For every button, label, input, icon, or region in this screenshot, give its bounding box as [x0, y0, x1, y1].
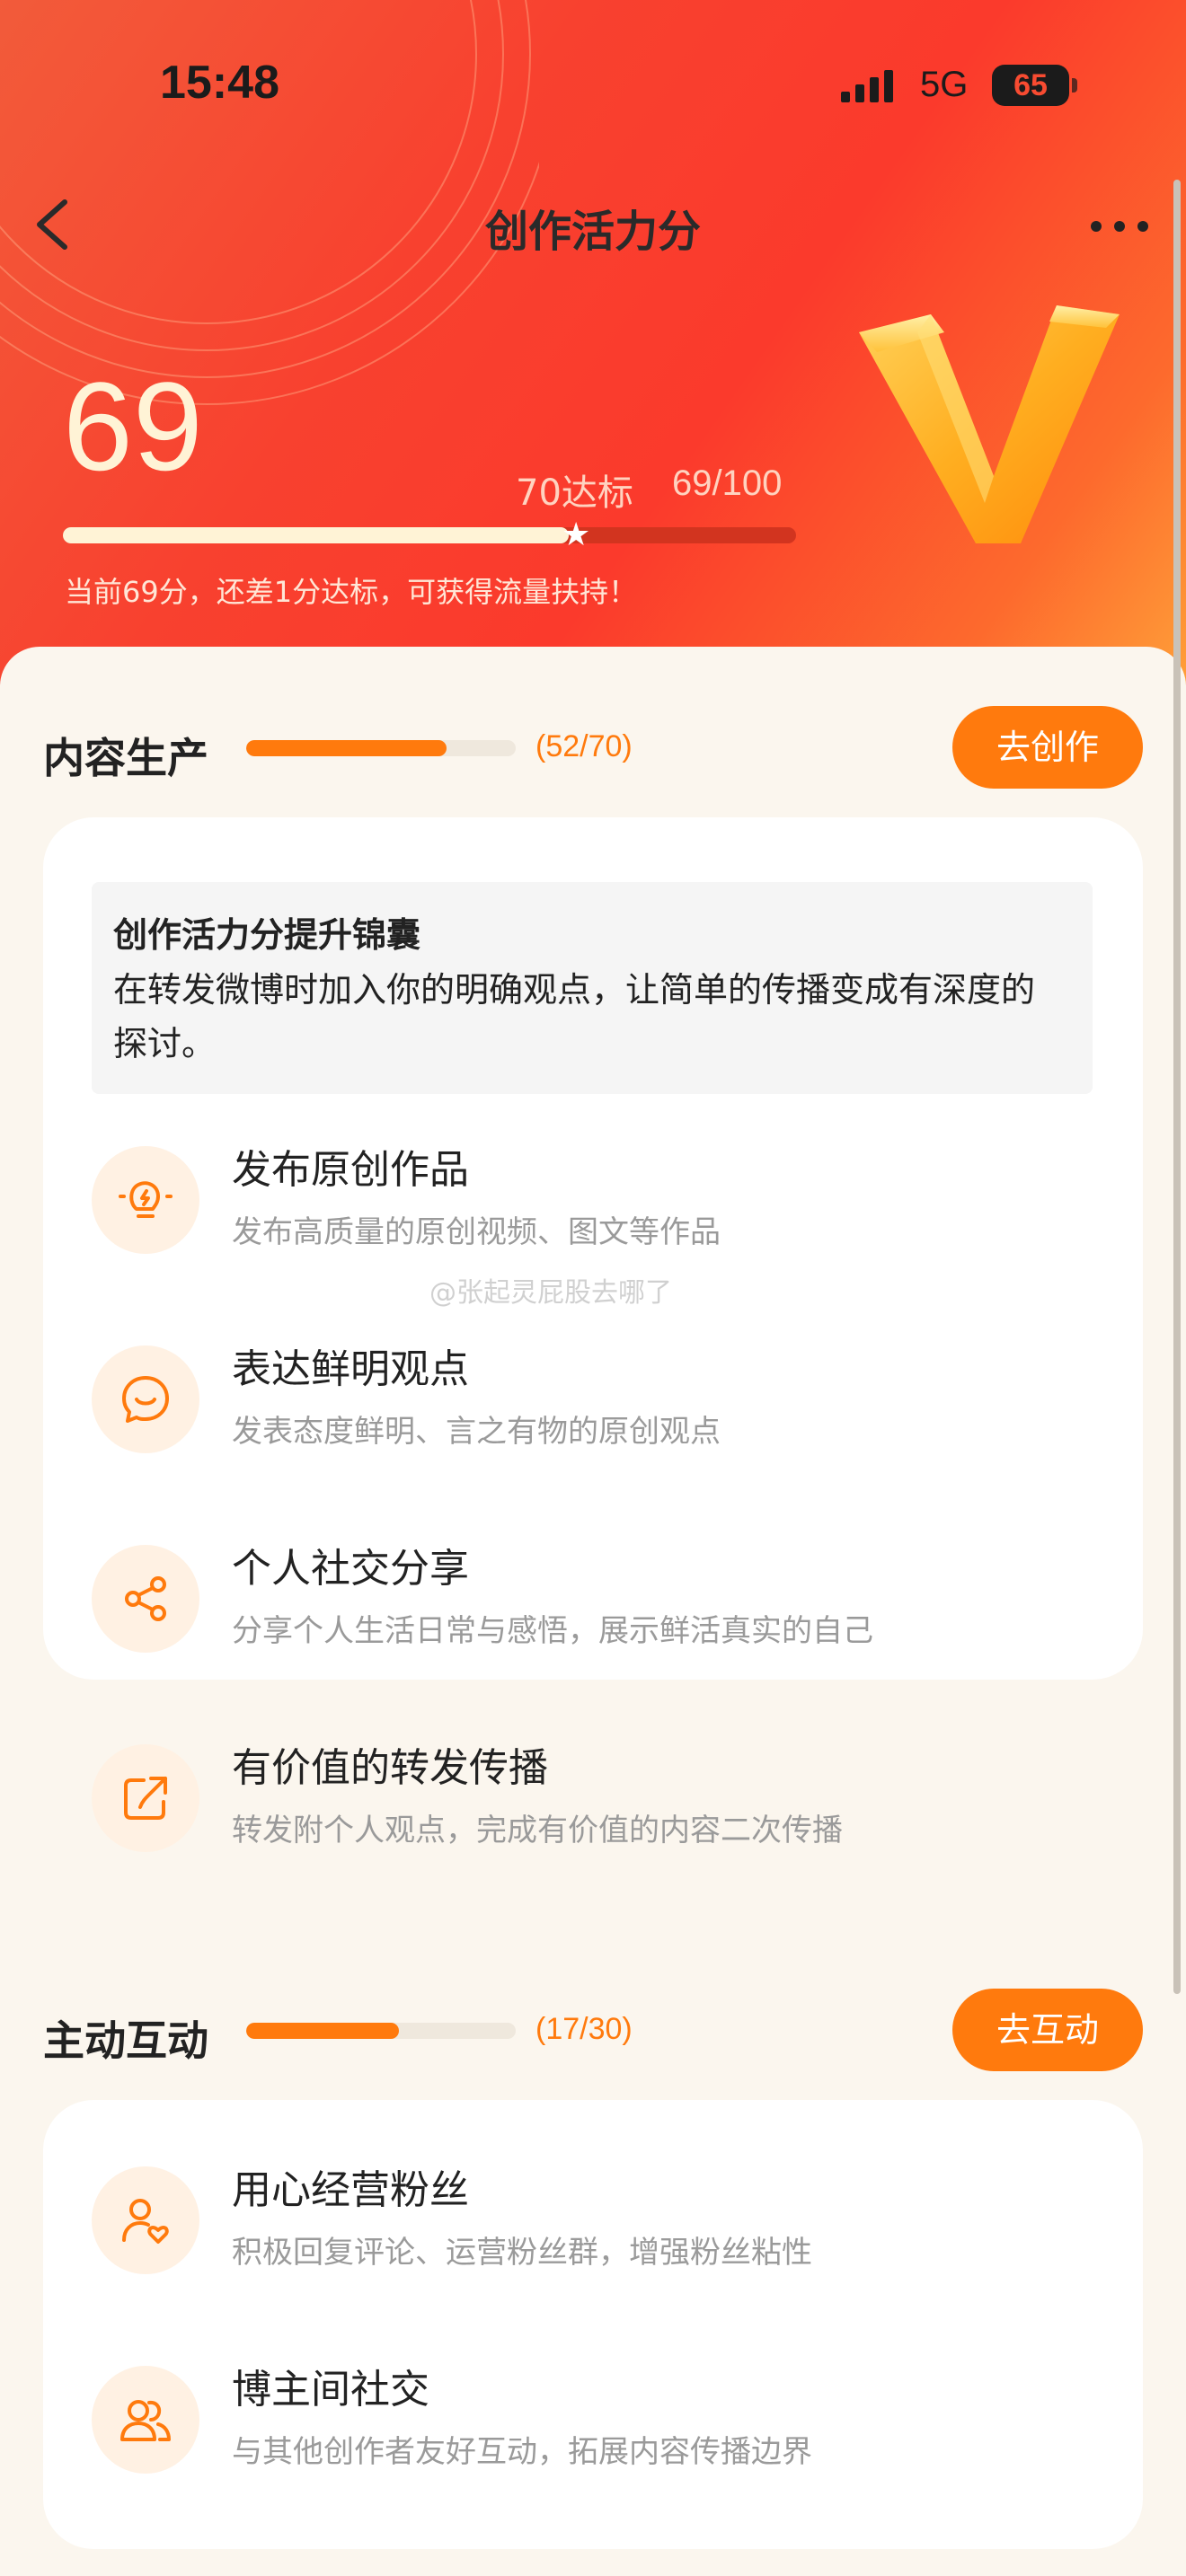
task-item-repost[interactable]: 有价值的转发传播 转发附个人观点，完成有价值的内容二次传播 — [43, 1717, 1143, 1870]
interaction-count: (17/30) — [535, 2012, 633, 2046]
interaction-card: 用心经营粉丝 积极回复评论、运营粉丝群，增强粉丝粘性 博主间社交 与其他创作者友… — [43, 2100, 1143, 2549]
task-item-creator-social[interactable]: 博主间社交 与其他创作者友好互动，拓展内容传播边界 — [43, 2339, 1143, 2501]
chat-smile-icon — [122, 1376, 169, 1423]
task-item-original-work[interactable]: 发布原创作品 发布高质量的原创视频、图文等作品 — [43, 1119, 1143, 1281]
item-title: 表达鲜明观点 — [232, 1346, 469, 1392]
interaction-progress-bar — [246, 2023, 516, 2039]
icon-badge — [92, 1146, 199, 1254]
status-bar: 15:48 5G 65 — [0, 0, 1186, 180]
score-tip: 当前69分，还差1分达标，可获得流量扶持！ — [65, 575, 638, 609]
item-title: 发布原创作品 — [232, 1147, 469, 1193]
content-area: 内容生产 (52/70) 去创作 创作活力分提升锦囊 在转发微博时加入你的明确观… — [0, 647, 1186, 2576]
battery-level: 65 — [1013, 68, 1048, 102]
lightbulb-icon — [119, 1181, 173, 1218]
star-icon: ★ — [562, 516, 591, 553]
score-progress-fill — [63, 527, 570, 543]
icon-badge — [92, 1545, 199, 1653]
target-label: 70达标 — [516, 472, 633, 514]
scrollbar[interactable] — [1173, 180, 1181, 1994]
item-title: 用心经营粉丝 — [232, 2167, 469, 2213]
page-title: 创作活力分 — [484, 207, 701, 257]
item-title: 博主间社交 — [232, 2367, 429, 2413]
task-item-social-share[interactable]: 个人社交分享 分享个人生活日常与感悟，展示鲜活真实的自己 — [43, 1518, 1143, 1680]
task-item-opinion[interactable]: 表达鲜明观点 发表态度鲜明、言之有物的原创观点 — [43, 1319, 1143, 1480]
network-label: 5G — [920, 65, 969, 104]
dot-icon — [1137, 221, 1148, 232]
icon-badge — [92, 2166, 199, 2274]
users-icon — [120, 2400, 171, 2441]
more-options-button[interactable] — [1084, 207, 1155, 243]
item-desc: 转发附个人观点，完成有价值的内容二次传播 — [232, 1813, 843, 1848]
score-progress-bar: ★ — [63, 518, 796, 552]
tip-box: 创作活力分提升锦囊 在转发微博时加入你的明确观点，让简单的传播变成有深度的探讨。 — [92, 882, 1093, 1094]
go-create-button[interactable]: 去创作 — [952, 706, 1143, 789]
share-icon — [125, 1576, 166, 1621]
section-title-interaction: 主动互动 — [43, 2016, 208, 2065]
battery-cap — [1072, 78, 1077, 93]
go-interact-button[interactable]: 去互动 — [952, 1989, 1143, 2071]
item-title: 个人社交分享 — [232, 1546, 469, 1592]
tip-box-body: 在转发微博时加入你的明确观点，让简单的传播变成有深度的探讨。 — [113, 970, 1036, 1063]
item-title: 有价值的转发传播 — [232, 1745, 548, 1791]
content-production-count: (52/70) — [535, 729, 633, 763]
item-desc: 积极回复评论、运营粉丝群，增强粉丝粘性 — [232, 2235, 812, 2271]
icon-badge — [92, 1345, 199, 1453]
item-desc: 发表态度鲜明、言之有物的原创观点 — [232, 1414, 721, 1450]
forward-icon — [124, 1777, 167, 1820]
content-production-progress-fill — [246, 740, 447, 756]
section-title-content-production: 内容生产 — [43, 734, 208, 782]
content-production-progress-bar — [246, 740, 516, 756]
task-item-fans[interactable]: 用心经营粉丝 积极回复评论、运营粉丝群，增强粉丝粘性 — [43, 2139, 1143, 2301]
tip-box-title: 创作活力分提升锦囊 — [113, 915, 421, 955]
score-progress-label: 69/100 — [672, 463, 783, 503]
watermark: @张起灵屁股去哪了 — [429, 1277, 672, 1309]
icon-badge — [92, 2366, 199, 2474]
icon-badge — [92, 1744, 199, 1852]
user-heart-icon — [122, 2199, 169, 2244]
signal-icon — [841, 70, 893, 102]
interaction-progress-fill — [246, 2023, 400, 2039]
battery-icon: 65 — [992, 65, 1069, 106]
dot-icon — [1091, 221, 1102, 232]
v-badge-logo — [859, 305, 1120, 543]
item-desc: 与其他创作者友好互动，拓展内容传播边界 — [232, 2434, 812, 2470]
item-desc: 分享个人生活日常与感悟，展示鲜活真实的自己 — [232, 1613, 873, 1649]
item-desc: 发布高质量的原创视频、图文等作品 — [232, 1214, 721, 1250]
content-production-card: 创作活力分提升锦囊 在转发微博时加入你的明确观点，让简单的传播变成有深度的探讨。… — [43, 817, 1143, 1852]
status-time: 15:48 — [160, 57, 279, 109]
score-value: 69 — [63, 356, 203, 497]
dot-icon — [1114, 221, 1125, 232]
